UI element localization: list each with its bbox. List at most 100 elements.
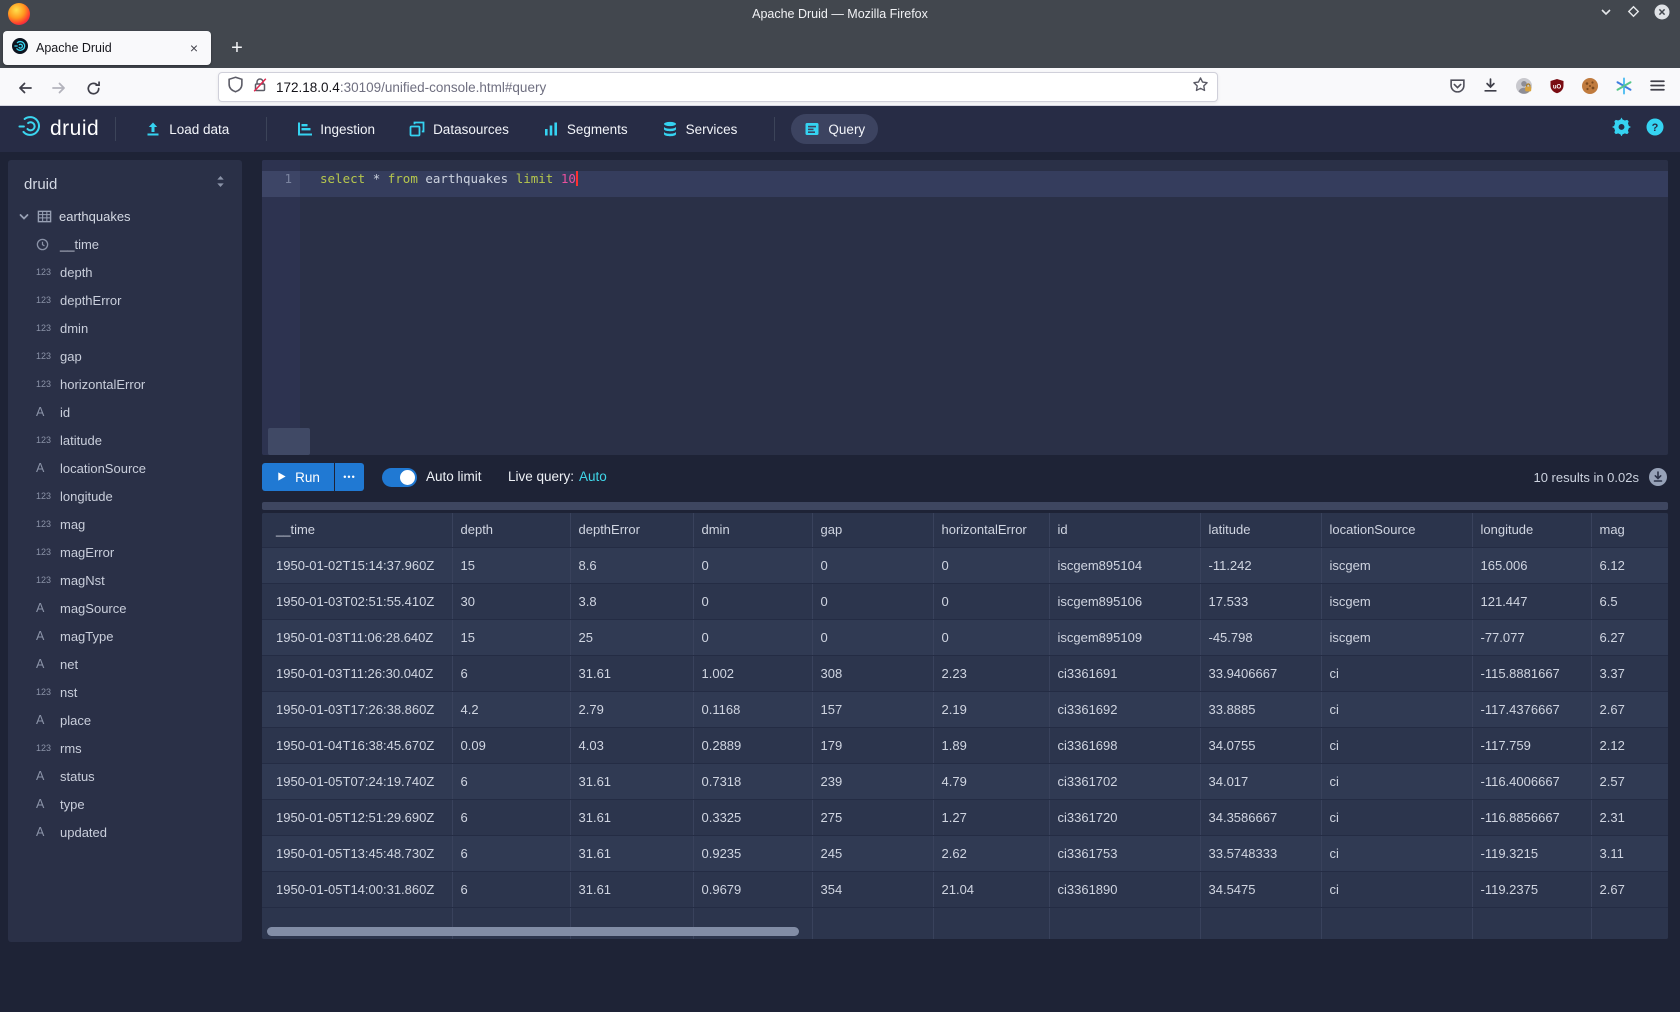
table-cell[interactable]: ci3361720	[1049, 799, 1200, 835]
table-cell[interactable]: -45.798	[1200, 619, 1321, 655]
table-cell[interactable]: 1950-01-03T02:51:55.410Z	[262, 583, 452, 619]
nav-item-query[interactable]: Query	[791, 114, 878, 144]
column-header-deptherror[interactable]: depthError	[570, 513, 693, 547]
table-cell[interactable]: 21.04	[933, 871, 1049, 907]
table-cell[interactable]: 6.5	[1591, 583, 1668, 619]
sidebar-column-nst[interactable]: 123nst	[8, 678, 242, 706]
table-cell[interactable]: 1950-01-02T15:14:37.960Z	[262, 547, 452, 583]
table-cell[interactable]: 1950-01-05T13:45:48.730Z	[262, 835, 452, 871]
table-cell[interactable]: ci	[1321, 691, 1472, 727]
table-cell[interactable]: 34.0755	[1200, 727, 1321, 763]
table-cell[interactable]: 179	[812, 727, 933, 763]
sidebar-column-latitude[interactable]: 123latitude	[8, 426, 242, 454]
column-header-gap[interactable]: gap	[812, 513, 933, 547]
table-cell[interactable]: 0.09	[452, 727, 570, 763]
table-cell[interactable]: 1950-01-04T16:38:45.670Z	[262, 727, 452, 763]
table-cell[interactable]: 15	[452, 619, 570, 655]
column-header-longitude[interactable]: longitude	[1472, 513, 1591, 547]
menu-hamburger-icon[interactable]	[1649, 77, 1666, 99]
table-cell[interactable]: -116.4006667	[1472, 763, 1591, 799]
table-cell[interactable]: 33.9406667	[1200, 655, 1321, 691]
table-cell[interactable]: 121.447	[1472, 583, 1591, 619]
sidebar-table-earthquakes[interactable]: earthquakes	[8, 203, 242, 230]
shield-icon[interactable]	[227, 76, 244, 98]
table-cell[interactable]: 31.61	[570, 835, 693, 871]
table-cell[interactable]: 2.23	[933, 655, 1049, 691]
table-cell[interactable]: 1950-01-03T11:06:28.640Z	[262, 619, 452, 655]
table-cell[interactable]: 6.12	[1591, 547, 1668, 583]
table-cell[interactable]: 1950-01-03T11:26:30.040Z	[262, 655, 452, 691]
table-cell[interactable]: ci3361691	[1049, 655, 1200, 691]
table-cell[interactable]: ci	[1321, 835, 1472, 871]
table-cell[interactable]: iscgem895104	[1049, 547, 1200, 583]
table-cell[interactable]: iscgem	[1321, 619, 1472, 655]
table-cell[interactable]: 31.61	[570, 799, 693, 835]
sidebar-column-depth[interactable]: 123depth	[8, 258, 242, 286]
table-cell[interactable]: ci	[1321, 871, 1472, 907]
window-close-icon[interactable]	[1654, 4, 1670, 25]
nav-item-ingestion[interactable]: Ingestion	[283, 114, 388, 144]
table-cell[interactable]: 2.31	[1591, 799, 1668, 835]
column-header-latitude[interactable]: latitude	[1200, 513, 1321, 547]
sidebar-column-longitude[interactable]: 123longitude	[8, 482, 242, 510]
reload-icon[interactable]	[80, 75, 106, 101]
sidebar-column-locationsource[interactable]: AlocationSource	[8, 454, 242, 482]
table-cell[interactable]: 0.9235	[693, 835, 812, 871]
table-cell[interactable]: 31.61	[570, 871, 693, 907]
column-header-locationsource[interactable]: locationSource	[1321, 513, 1472, 547]
column-header-horizontalerror[interactable]: horizontalError	[933, 513, 1049, 547]
sidebar-column-id[interactable]: Aid	[8, 398, 242, 426]
table-cell[interactable]: ci3361890	[1049, 871, 1200, 907]
column-header-dmin[interactable]: dmin	[693, 513, 812, 547]
table-cell[interactable]: -116.8856667	[1472, 799, 1591, 835]
sidebar-column-type[interactable]: Atype	[8, 790, 242, 818]
table-cell[interactable]: 33.8885	[1200, 691, 1321, 727]
table-cell[interactable]: 2.62	[933, 835, 1049, 871]
table-cell[interactable]: 2.67	[1591, 871, 1668, 907]
table-cell[interactable]: 34.5475	[1200, 871, 1321, 907]
table-cell[interactable]: 1950-01-05T12:51:29.690Z	[262, 799, 452, 835]
table-cell[interactable]: iscgem	[1321, 547, 1472, 583]
table-cell[interactable]: 0	[933, 619, 1049, 655]
table-cell[interactable]: 0.2889	[693, 727, 812, 763]
table-cell[interactable]: iscgem895106	[1049, 583, 1200, 619]
table-cell[interactable]: -117.759	[1472, 727, 1591, 763]
insecure-lock-icon[interactable]	[252, 77, 268, 98]
table-cell[interactable]: 6	[452, 871, 570, 907]
bookmark-star-icon[interactable]	[1192, 76, 1209, 98]
sidebar-column-rms[interactable]: 123rms	[8, 734, 242, 762]
query-editor[interactable]: 1 select * from earthquakes limit 10	[262, 160, 1668, 455]
table-cell[interactable]: 0.1168	[693, 691, 812, 727]
table-cell[interactable]: 0.7318	[693, 763, 812, 799]
live-query-label[interactable]: Live query:Auto	[508, 469, 607, 484]
nav-item-segments[interactable]: Segments	[530, 114, 641, 144]
table-cell[interactable]: 6.27	[1591, 619, 1668, 655]
window-minimize-icon[interactable]	[1599, 5, 1613, 24]
table-cell[interactable]: iscgem	[1321, 583, 1472, 619]
browser-tab[interactable]: Apache Druid ×	[3, 31, 211, 65]
table-cell[interactable]: ci3361753	[1049, 835, 1200, 871]
column-header-mag[interactable]: mag	[1591, 513, 1668, 547]
url-text[interactable]: 172.18.0.4:30109/unified-console.html#qu…	[276, 80, 1192, 95]
new-tab-button[interactable]: +	[222, 34, 252, 62]
settings-gear-icon[interactable]	[1612, 117, 1631, 141]
table-cell[interactable]: 0	[693, 619, 812, 655]
cookie-extension-icon[interactable]	[1581, 77, 1599, 100]
window-maximize-icon[interactable]	[1627, 5, 1640, 23]
asterisk-extension-icon[interactable]	[1615, 77, 1633, 100]
sidebar-column-deptherror[interactable]: 123depthError	[8, 286, 242, 314]
table-cell[interactable]: 157	[812, 691, 933, 727]
table-cell[interactable]: ci3361698	[1049, 727, 1200, 763]
auto-limit-toggle[interactable]	[382, 468, 417, 487]
nav-item-load-data[interactable]: Load data	[132, 114, 242, 144]
table-cell[interactable]: 4.2	[452, 691, 570, 727]
table-cell[interactable]: 2.79	[570, 691, 693, 727]
sidebar-column-mag[interactable]: 123mag	[8, 510, 242, 538]
table-cell[interactable]: 4.03	[570, 727, 693, 763]
editor-scrollbar-thumb[interactable]	[268, 428, 310, 455]
table-cell[interactable]: 1.27	[933, 799, 1049, 835]
table-cell[interactable]: -11.242	[1200, 547, 1321, 583]
table-cell[interactable]: ci	[1321, 799, 1472, 835]
table-cell[interactable]: 1.89	[933, 727, 1049, 763]
table-cell[interactable]: 165.006	[1472, 547, 1591, 583]
